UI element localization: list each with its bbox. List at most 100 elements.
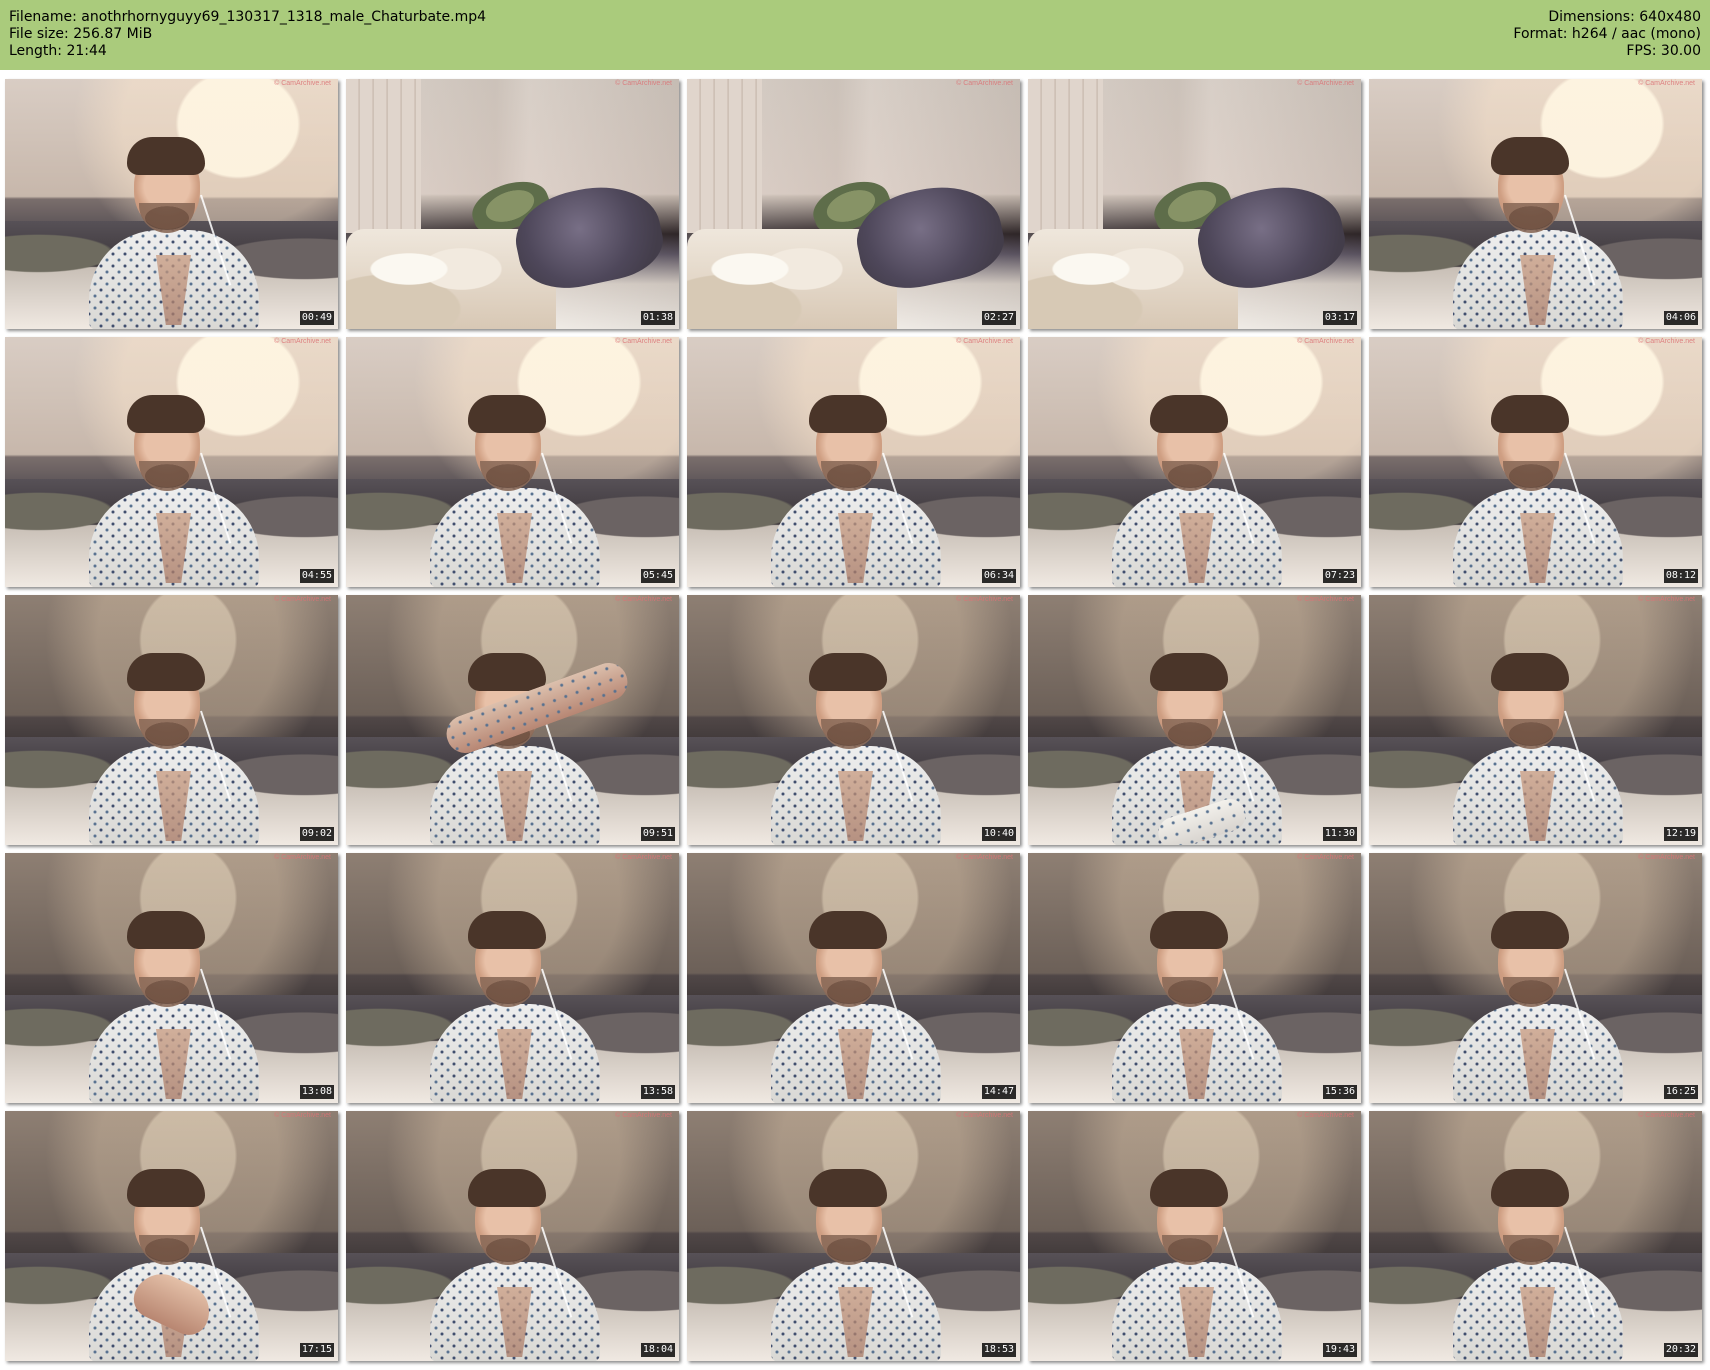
video-thumbnail[interactable]: © CamArchive.net 18:53 [687,1111,1020,1361]
thumbnail-frame-image [1369,1111,1702,1361]
watermark-text: © CamArchive.net [1297,596,1354,603]
video-thumbnail[interactable]: © CamArchive.net 00:49 [5,79,338,329]
video-thumbnail[interactable]: © CamArchive.net 18:04 [346,1111,679,1361]
timestamp-label: 15:36 [1322,1085,1357,1099]
video-thumbnail[interactable]: © CamArchive.net 09:02 [5,595,338,845]
beard [1503,1235,1559,1265]
watermark-text: © CamArchive.net [615,338,672,345]
video-info-header: Filename: anothrhornyguyy69_130317_1318_… [0,0,1710,70]
beard [1503,977,1559,1007]
timestamp-label: 06:34 [981,569,1016,583]
format-label: Format: h264 / aac (mono) [1513,26,1701,42]
thumbnail-frame-image [346,853,679,1103]
video-thumbnail[interactable]: © CamArchive.net 17:15 [5,1111,338,1361]
person-figure [430,395,600,587]
video-thumbnail[interactable]: © CamArchive.net 03:17 [1028,79,1361,329]
hair [1491,137,1569,175]
beard [821,977,877,1007]
video-thumbnail[interactable]: © CamArchive.net 11:30 [1028,595,1361,845]
video-thumbnail[interactable]: © CamArchive.net 01:38 [346,79,679,329]
hair [127,1169,205,1207]
video-thumbnail[interactable]: © CamArchive.net 09:51 [346,595,679,845]
thumbnail-frame-image [5,79,338,329]
timestamp-label: 05:45 [640,569,675,583]
hair [1150,911,1228,949]
thumbnail-frame-image [5,595,338,845]
thumbnail-frame-image [1028,79,1361,329]
person-figure [1453,653,1623,845]
thumbnail-frame-image [687,853,1020,1103]
watermark-text: © CamArchive.net [1638,1112,1695,1119]
video-thumbnail[interactable]: © CamArchive.net 14:47 [687,853,1020,1103]
beard [139,461,195,491]
watermark-text: © CamArchive.net [956,80,1013,87]
watermark-text: © CamArchive.net [1297,338,1354,345]
beard [1162,461,1218,491]
video-thumbnail[interactable]: © CamArchive.net 13:58 [346,853,679,1103]
beard [821,461,877,491]
watermark-text: © CamArchive.net [1297,1112,1354,1119]
watermark-text: © CamArchive.net [956,1112,1013,1119]
beard [1503,719,1559,749]
thumbnail-frame-image [687,595,1020,845]
timestamp-label: 03:17 [1322,311,1357,325]
person-figure [1453,1169,1623,1361]
timestamp-label: 09:02 [299,827,334,841]
thumbnail-frame-image [1028,337,1361,587]
timestamp-label: 09:51 [640,827,675,841]
beard [139,719,195,749]
hair [1491,653,1569,691]
thumbnail-frame-image [1028,595,1361,845]
beard [821,1235,877,1265]
white-blanket [687,229,897,329]
hair [127,911,205,949]
video-thumbnail[interactable]: © CamArchive.net 04:06 [1369,79,1702,329]
watermark-text: © CamArchive.net [1638,80,1695,87]
thumbnail-frame-image [1369,853,1702,1103]
hair [809,911,887,949]
timestamp-label: 11:30 [1322,827,1357,841]
white-blanket [1028,229,1238,329]
video-thumbnail[interactable]: © CamArchive.net 16:25 [1369,853,1702,1103]
video-thumbnail[interactable]: © CamArchive.net 19:43 [1028,1111,1361,1361]
video-thumbnail[interactable]: © CamArchive.net 12:19 [1369,595,1702,845]
hair [1150,395,1228,433]
thumbnail-frame-image [1028,1111,1361,1361]
filename-label: Filename: anothrhornyguyy69_130317_1318_… [9,9,487,25]
video-thumbnail[interactable]: © CamArchive.net 02:27 [687,79,1020,329]
video-thumbnail[interactable]: © CamArchive.net 10:40 [687,595,1020,845]
person-figure [89,1169,259,1361]
video-thumbnail[interactable]: © CamArchive.net 06:34 [687,337,1020,587]
person-figure [771,395,941,587]
video-thumbnail[interactable]: © CamArchive.net 04:55 [5,337,338,587]
timestamp-label: 20:32 [1663,1343,1698,1357]
timestamp-label: 17:15 [299,1343,334,1357]
hair [809,653,887,691]
person-figure [1112,911,1282,1103]
beard [139,203,195,233]
beard [1162,977,1218,1007]
video-thumbnail[interactable]: © CamArchive.net 08:12 [1369,337,1702,587]
timestamp-label: 14:47 [981,1085,1016,1099]
hair [468,911,546,949]
video-thumbnail[interactable]: © CamArchive.net 13:08 [5,853,338,1103]
white-blanket [346,229,556,329]
beard [139,977,195,1007]
watermark-text: © CamArchive.net [615,854,672,861]
timestamp-label: 07:23 [1322,569,1357,583]
person-figure [89,653,259,845]
beard [1503,203,1559,233]
file-size-label: File size: 256.87 MiB [9,26,153,42]
person-figure [1112,395,1282,587]
person-figure [1453,137,1623,329]
video-thumbnail[interactable]: © CamArchive.net 07:23 [1028,337,1361,587]
thumbnail-frame-image [1369,595,1702,845]
watermark-text: © CamArchive.net [274,596,331,603]
hair [1491,1169,1569,1207]
watermark-text: © CamArchive.net [274,338,331,345]
video-thumbnail[interactable]: © CamArchive.net 05:45 [346,337,679,587]
video-thumbnail[interactable]: © CamArchive.net 15:36 [1028,853,1361,1103]
video-thumbnail[interactable]: © CamArchive.net 20:32 [1369,1111,1702,1361]
watermark-text: © CamArchive.net [1638,854,1695,861]
watermark-text: © CamArchive.net [956,854,1013,861]
